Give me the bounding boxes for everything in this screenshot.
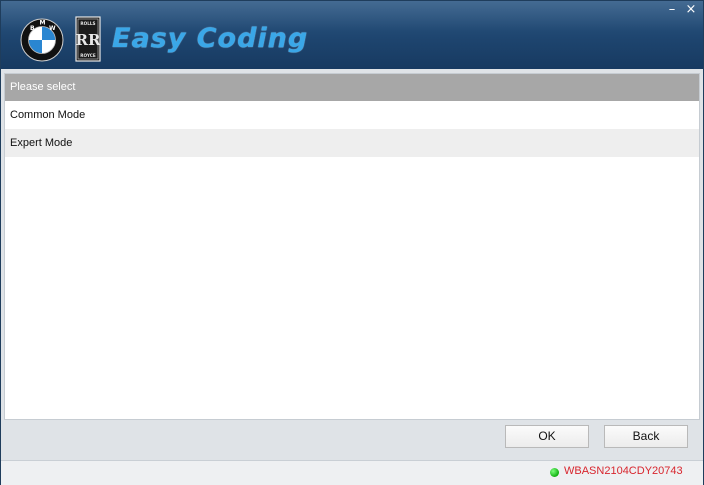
rr-top-text: ROLLS [80, 21, 95, 26]
rr-bottom-text: ROYCE [80, 53, 96, 58]
list-item-common-mode[interactable]: Common Mode [5, 101, 699, 129]
back-button[interactable]: Back [604, 425, 688, 448]
app-header: B M W ROLLS RR ROYCE Easy Coding – × [1, 1, 703, 69]
brand-title: Easy Coding [112, 23, 309, 54]
connection-status-icon [550, 468, 559, 477]
bmw-letter-b: B [30, 25, 35, 32]
app-window: B M W ROLLS RR ROYCE Easy Coding – × Ple… [0, 0, 704, 485]
bmw-logo: B M W [20, 18, 64, 62]
bmw-letter-w: W [49, 25, 56, 32]
close-button[interactable]: × [684, 3, 698, 17]
list-header: Please select [5, 74, 699, 101]
header-sheen [1, 1, 703, 31]
status-bar: WBASN2104CDY20743 [1, 460, 703, 485]
list-item-expert-mode[interactable]: Expert Mode [5, 129, 699, 157]
minimize-button[interactable]: – [665, 3, 679, 17]
vin-label: WBASN2104CDY20743 [564, 465, 683, 477]
ok-button[interactable]: OK [505, 425, 589, 448]
rolls-royce-logo: ROLLS RR ROYCE [75, 16, 101, 62]
bmw-letter-m: M [40, 20, 46, 27]
rr-monogram: RR [76, 31, 101, 49]
mode-list-panel: Please select Common Mode Expert Mode [4, 73, 700, 420]
